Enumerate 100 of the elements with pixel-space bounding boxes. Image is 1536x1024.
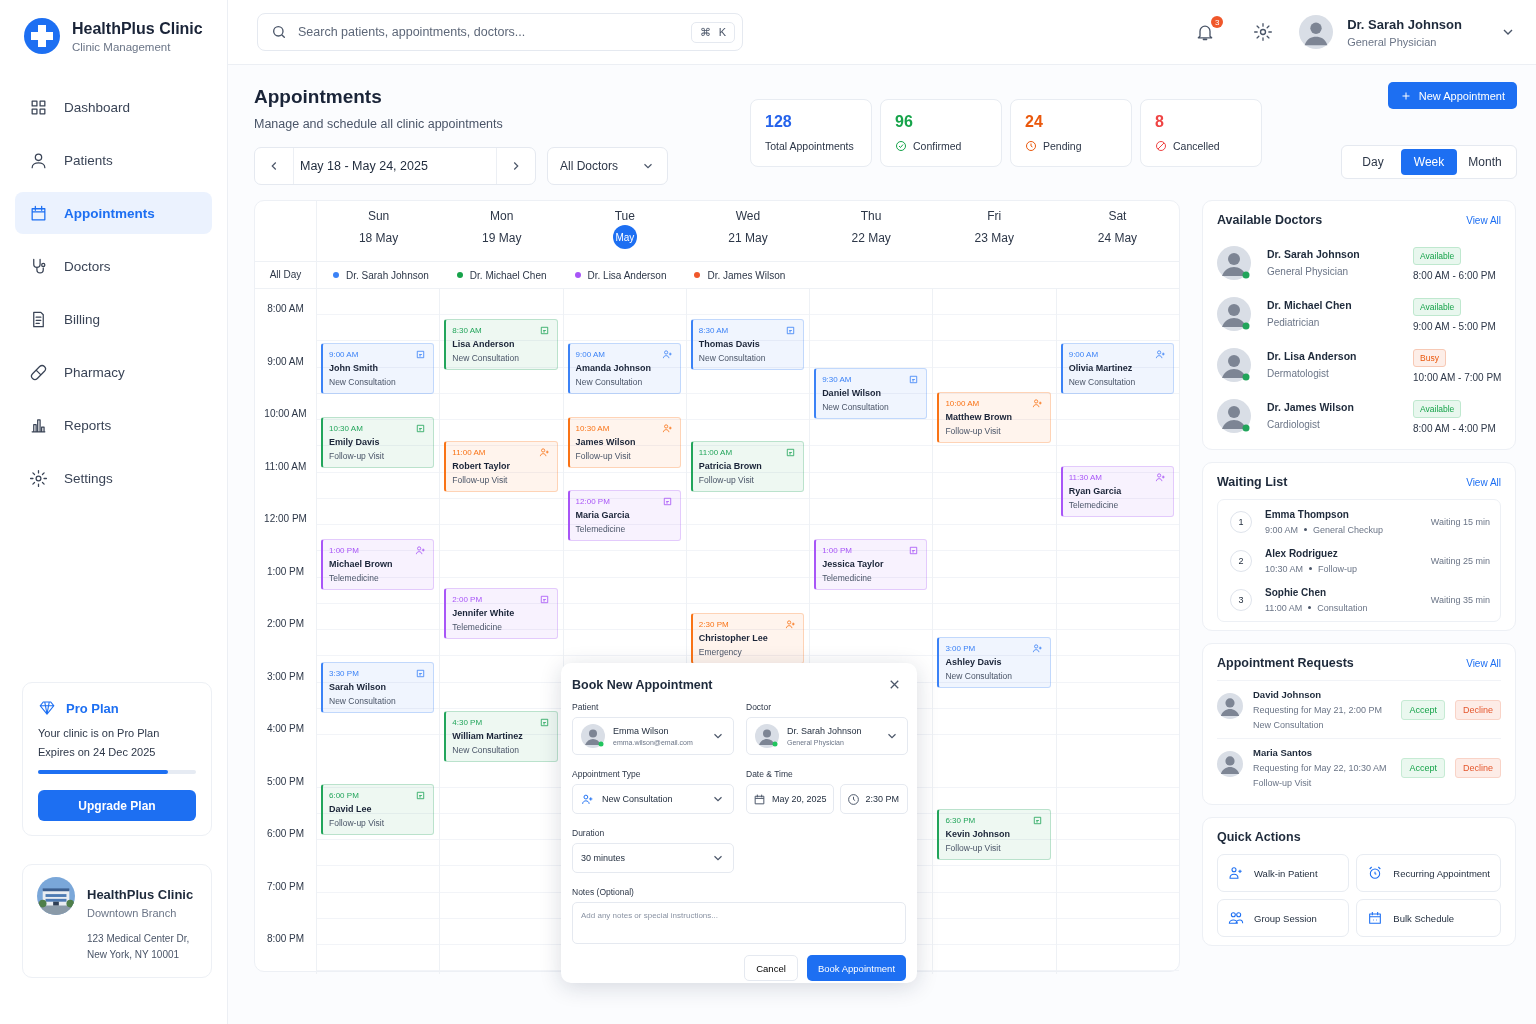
- day-date[interactable]: 23 May: [974, 231, 1014, 245]
- day-date[interactable]: 22 May: [851, 231, 891, 245]
- appointment-type: New Consultation: [1068, 377, 1137, 387]
- time-label: 5:00 PM: [266, 775, 305, 787]
- stat-value: 8: [1155, 113, 1165, 131]
- brand-tagline: Clinic Management: [72, 40, 172, 53]
- doctor-filter-dropdown[interactable]: All Doctors: [547, 147, 668, 185]
- appointment-time: 9:00 AM: [1068, 350, 1099, 359]
- patient-name: Sophie Chen: [1265, 586, 1328, 598]
- appointment-card[interactable]: 12:00 PM Maria Garcia Telemedicine: [567, 490, 681, 541]
- day-date[interactable]: 19 May: [482, 231, 522, 245]
- appointment-type: Emergency: [698, 646, 743, 657]
- appointment-card[interactable]: 1:00 PM Jessica Taylor Telemedicine: [814, 539, 928, 590]
- nav-item[interactable]: Pharmacy: [15, 351, 212, 393]
- status-badge: Available: [1413, 246, 1462, 265]
- appointment-card[interactable]: 6:00 PM David Lee Follow-up Visit: [321, 784, 435, 835]
- day-name: Mon: [490, 209, 514, 223]
- appointment-card[interactable]: 3:00 PM Ashley Davis New Consultation: [937, 637, 1051, 688]
- view-all-link[interactable]: View All: [1466, 476, 1501, 488]
- day-date[interactable]: May: [612, 225, 637, 249]
- book-appointment-button[interactable]: Book Appointment: [807, 955, 906, 981]
- avatar: [1217, 751, 1243, 777]
- appointment-type: Follow-up Visit: [329, 818, 386, 828]
- alarm-clock-icon: [1367, 865, 1384, 881]
- appointment-card[interactable]: 10:30 AM James Wilson Follow-up Visit: [567, 416, 681, 468]
- view-tab[interactable]: Week: [1401, 149, 1457, 175]
- all-day-label: All Day: [255, 262, 317, 288]
- note-icon: [1031, 814, 1043, 826]
- note-icon: [908, 373, 920, 385]
- quick-action-button[interactable]: Bulk Schedule: [1356, 899, 1501, 937]
- appointment-type-select[interactable]: New Consultation: [572, 784, 734, 814]
- appointment-card[interactable]: 10:00 AM Matthew Brown Follow-up Visit: [937, 392, 1051, 443]
- appointment-card[interactable]: 9:00 AM Olivia Martinez New Consultation: [1060, 343, 1174, 394]
- quick-action-button[interactable]: Group Session: [1217, 899, 1350, 937]
- nav-item[interactable]: Settings: [15, 457, 212, 499]
- status-badge: Available: [1413, 297, 1462, 316]
- appointment-card[interactable]: 10:30 AM Emily Davis Follow-up Visit: [321, 416, 435, 468]
- doctor-specialty: Dermatologist: [1267, 368, 1330, 379]
- appointment-card[interactable]: 11:30 AM Ryan Garcia Telemedicine: [1060, 465, 1174, 517]
- settings-icon[interactable]: [1253, 22, 1274, 42]
- appointment-type: Follow-up Visit: [329, 450, 386, 461]
- nav-item[interactable]: Doctors: [15, 245, 212, 287]
- nav-item[interactable]: Patients: [15, 139, 212, 181]
- patient-name: Robert Taylor: [452, 461, 512, 471]
- field-label: Date & Time: [746, 769, 794, 779]
- day-date[interactable]: 21 May: [728, 231, 768, 245]
- new-appointment-button[interactable]: New Appointment: [1387, 82, 1517, 109]
- notes-field[interactable]: Add any notes or special instructions...: [572, 902, 906, 944]
- view-tab[interactable]: Day: [1345, 149, 1401, 175]
- person-add-icon: [1031, 643, 1043, 654]
- page-subtitle: Manage and schedule all clinic appointments: [254, 117, 504, 131]
- quick-action-button[interactable]: Recurring Appointment: [1356, 854, 1501, 892]
- appointment-card[interactable]: 3:30 PM Sarah Wilson New Consultation: [321, 661, 435, 713]
- appointment-card[interactable]: 11:00 AM Robert Taylor Follow-up Visit: [444, 441, 558, 492]
- waiting-time: 9:00 AM: [1265, 524, 1299, 535]
- appointment-card[interactable]: 2:00 PM Jennifer White Telemedicine: [444, 588, 558, 639]
- cancel-button[interactable]: Cancel: [744, 955, 798, 981]
- avatar: [1217, 296, 1251, 331]
- patient-name: Emily Davis: [329, 436, 381, 447]
- time-field[interactable]: 2:30 PM: [839, 784, 908, 814]
- appointment-card[interactable]: 1:00 PM Michael Brown Telemedicine: [321, 539, 435, 590]
- date-field[interactable]: May 20, 2025: [746, 784, 834, 814]
- nav-item[interactable]: Dashboard: [15, 86, 212, 128]
- view-tab[interactable]: Month: [1457, 149, 1513, 175]
- appointment-type: Follow-up Visit: [698, 475, 755, 485]
- view-all-link[interactable]: View All: [1466, 657, 1501, 669]
- patient-name: Daniel Wilson: [822, 387, 883, 398]
- wait-duration: Waiting 25 min: [1430, 555, 1490, 566]
- view-all-link[interactable]: View All: [1466, 214, 1501, 226]
- doctor-specialty: General Physician: [1267, 266, 1350, 277]
- appointment-card[interactable]: 2:30 PM Christopher Lee Emergency: [690, 612, 805, 664]
- day-name: Sat: [1108, 209, 1127, 223]
- day-date[interactable]: 24 May: [1097, 231, 1138, 245]
- appointment-time: 10:30 AM: [329, 423, 363, 433]
- appointment-card[interactable]: 4:30 PM William Martinez New Consultation: [444, 710, 558, 762]
- appointment-card[interactable]: 9:00 AM Amanda Johnson New Consultation: [567, 343, 681, 394]
- nav-item[interactable]: Appointments: [15, 192, 212, 234]
- appointment-card[interactable]: 9:00 AM John Smith New Consultation: [321, 343, 435, 394]
- patient-name: Michael Brown: [329, 559, 394, 569]
- appointment-card[interactable]: 9:30 AM Daniel Wilson New Consultation: [814, 367, 928, 419]
- day-date[interactable]: 18 May: [358, 231, 399, 245]
- request-time: Requesting for May 21, 2:00 PM: [1253, 705, 1384, 715]
- appointment-card[interactable]: 8:30 AM Lisa Anderson New Consultation: [444, 318, 558, 370]
- upgrade-button[interactable]: Upgrade Plan: [38, 790, 196, 821]
- avatar: [755, 724, 779, 748]
- appointment-card[interactable]: 11:00 AM Patricia Brown Follow-up Visit: [690, 441, 805, 492]
- visit-type: Consultation: [1317, 602, 1368, 613]
- visit-type: General Checkup: [1313, 524, 1384, 535]
- note-icon: [538, 716, 550, 728]
- appointment-card[interactable]: 8:30 AM Thomas Davis New Consultation: [690, 318, 805, 370]
- appointment-card[interactable]: 6:30 PM Kevin Johnson Follow-up Visit: [937, 808, 1051, 860]
- avatar: [1299, 15, 1334, 49]
- time-label: 1:00 PM: [266, 565, 305, 577]
- patient-name: Olivia Martinez: [1068, 363, 1134, 373]
- quick-action-button[interactable]: Walk-in Patient: [1217, 854, 1350, 892]
- nav-item[interactable]: Billing: [15, 298, 212, 340]
- appointment-type: Telemedicine: [329, 573, 380, 583]
- duration-select[interactable]: 30 minutes: [572, 843, 734, 873]
- nav-item[interactable]: Reports: [15, 404, 212, 446]
- wait-duration: Waiting 15 min: [1430, 516, 1490, 527]
